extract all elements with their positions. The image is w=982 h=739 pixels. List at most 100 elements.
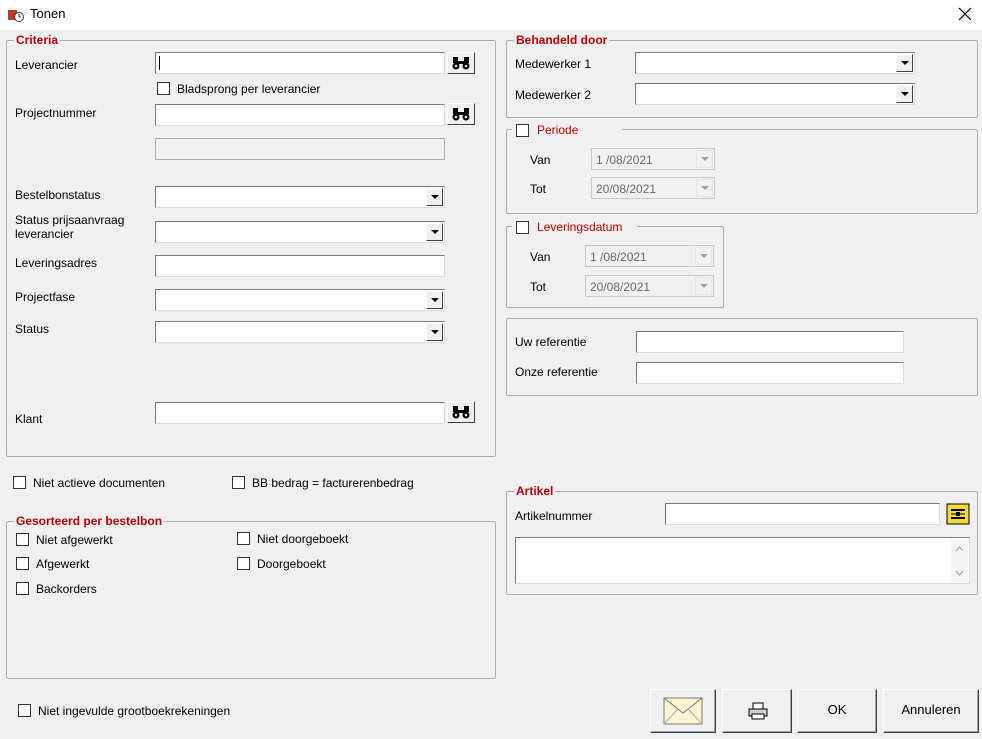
binoculars-icon bbox=[452, 406, 470, 419]
niet-ingevulde-grootboekrekeningen-label: Niet ingevulde grootboekrekeningen bbox=[38, 704, 231, 718]
leveringsdatum-tot-value: 20/08/2021 bbox=[590, 280, 651, 294]
leveringsdatum-van-date[interactable]: 1 /08/2021 bbox=[585, 245, 714, 267]
leveringsdatum-tot-label: Tot bbox=[530, 280, 547, 294]
window-title: Tonen bbox=[30, 6, 66, 21]
doorgeboekt-checkbox[interactable] bbox=[237, 557, 250, 570]
backorders-checkbox[interactable] bbox=[16, 582, 29, 595]
criteria-legend: Criteria bbox=[14, 33, 61, 47]
artikel-legend: Artikel bbox=[514, 484, 556, 498]
bladsprong-checkbox[interactable] bbox=[157, 82, 170, 95]
artikel-list-button[interactable] bbox=[946, 503, 970, 525]
gesorteerd-legend: Gesorteerd per bestelbon bbox=[14, 514, 165, 528]
chevron-down-icon[interactable] bbox=[695, 247, 712, 265]
chevron-down-icon[interactable] bbox=[896, 54, 913, 72]
status-label: Status bbox=[15, 322, 50, 336]
status-prijsaanvraag-label: Status prijsaanvraag leverancier bbox=[15, 213, 124, 241]
email-button[interactable] bbox=[650, 689, 716, 733]
leveringsadres-label: Leveringsadres bbox=[15, 256, 98, 270]
periode-tot-label: Tot bbox=[530, 182, 547, 196]
projectfase-label: Projectfase bbox=[15, 290, 76, 304]
leverancier-input[interactable] bbox=[155, 52, 445, 74]
artikel-description-memo[interactable] bbox=[515, 537, 970, 584]
memo-scrollbar[interactable] bbox=[951, 539, 968, 582]
artikelnummer-label: Artikelnummer bbox=[515, 509, 593, 523]
app-icon bbox=[8, 8, 24, 22]
scroll-arrows-icon bbox=[955, 546, 964, 576]
leveringsadres-input[interactable] bbox=[155, 255, 445, 277]
leveringsdatum-van-label: Van bbox=[530, 250, 551, 264]
close-icon bbox=[958, 7, 972, 21]
envelope-icon bbox=[663, 697, 703, 725]
ok-button[interactable]: OK bbox=[797, 689, 877, 733]
artikelnummer-input[interactable] bbox=[665, 503, 940, 525]
niet-actieve-documenten-checkbox[interactable] bbox=[13, 476, 26, 489]
klant-input[interactable] bbox=[155, 402, 445, 424]
chevron-down-icon[interactable] bbox=[426, 223, 443, 241]
status-prijsaanvraag-select[interactable] bbox=[155, 221, 445, 243]
klant-label: Klant bbox=[15, 412, 43, 426]
periode-legend: Periode bbox=[535, 123, 581, 137]
periode-van-label: Van bbox=[530, 153, 551, 167]
niet-afgewerkt-checkbox[interactable] bbox=[16, 533, 29, 546]
status-prijsaanvraag-label-line2: leverancier bbox=[15, 227, 74, 241]
printer-icon bbox=[748, 702, 768, 720]
title-bar bbox=[0, 0, 982, 30]
periode-checkbox[interactable] bbox=[516, 124, 529, 137]
klant-search-button[interactable] bbox=[447, 401, 475, 423]
niet-doorgeboekt-checkbox[interactable] bbox=[237, 532, 250, 545]
chevron-down-icon[interactable] bbox=[426, 188, 443, 206]
leveringsdatum-tot-date[interactable]: 20/08/2021 bbox=[585, 275, 714, 297]
projectnummer-search-button[interactable] bbox=[447, 103, 475, 125]
print-button[interactable] bbox=[722, 689, 792, 733]
leveringsdatum-legend: Leveringsdatum bbox=[535, 220, 625, 234]
afgewerkt-checkbox[interactable] bbox=[16, 557, 29, 570]
bb-bedrag-label: BB bedrag = facturerenbedrag bbox=[252, 476, 414, 490]
onze-referentie-label: Onze referentie bbox=[515, 365, 598, 379]
criteria-group bbox=[6, 40, 496, 457]
periode-tot-value: 20/08/2021 bbox=[596, 182, 657, 196]
bestelbonstatus-label: Bestelbonstatus bbox=[15, 188, 101, 202]
chevron-down-icon[interactable] bbox=[696, 179, 713, 197]
backorders-label: Backorders bbox=[36, 582, 97, 596]
medewerker1-select[interactable] bbox=[635, 52, 915, 74]
chevron-down-icon[interactable] bbox=[695, 277, 712, 295]
bladsprong-label: Bladsprong per leverancier bbox=[177, 82, 321, 96]
referentie-group bbox=[506, 318, 978, 396]
uw-referentie-label: Uw referentie bbox=[515, 335, 587, 349]
niet-afgewerkt-label: Niet afgewerkt bbox=[36, 533, 113, 547]
annuleren-button[interactable]: Annuleren bbox=[883, 689, 979, 733]
niet-doorgeboekt-label: Niet doorgeboekt bbox=[257, 532, 349, 546]
niet-ingevulde-grootboekrekeningen-checkbox[interactable] bbox=[18, 704, 31, 717]
medewerker2-select[interactable] bbox=[635, 83, 915, 105]
onze-referentie-input[interactable] bbox=[636, 362, 904, 384]
uw-referentie-input[interactable] bbox=[636, 331, 904, 353]
leverancier-search-button[interactable] bbox=[447, 52, 475, 74]
projectnummer-description-field bbox=[155, 138, 445, 160]
chevron-down-icon[interactable] bbox=[426, 323, 443, 341]
niet-actieve-documenten-label: Niet actieve documenten bbox=[33, 476, 166, 490]
chevron-down-icon[interactable] bbox=[696, 150, 713, 168]
leveringsdatum-van-value: 1 /08/2021 bbox=[590, 250, 647, 264]
close-button[interactable] bbox=[955, 4, 975, 24]
status-prijsaanvraag-label-line1: Status prijsaanvraag bbox=[15, 213, 125, 227]
periode-tot-date[interactable]: 20/08/2021 bbox=[591, 177, 715, 199]
bestelbonstatus-select[interactable] bbox=[155, 186, 445, 208]
periode-van-date[interactable]: 1 /08/2021 bbox=[591, 148, 715, 170]
doorgeboekt-label: Doorgeboekt bbox=[257, 557, 326, 571]
leveringsdatum-checkbox[interactable] bbox=[516, 221, 529, 234]
binoculars-icon bbox=[452, 108, 470, 121]
chevron-down-icon[interactable] bbox=[896, 85, 913, 103]
leverancier-label: Leverancier bbox=[15, 58, 78, 72]
list-icon bbox=[946, 503, 970, 525]
medewerker1-label: Medewerker 1 bbox=[515, 57, 592, 71]
projectnummer-input[interactable] bbox=[155, 104, 445, 126]
bb-bedrag-checkbox[interactable] bbox=[232, 476, 245, 489]
projectfase-select[interactable] bbox=[155, 289, 445, 311]
chevron-down-icon[interactable] bbox=[426, 291, 443, 309]
periode-group bbox=[506, 129, 978, 214]
binoculars-icon bbox=[452, 57, 470, 70]
status-select[interactable] bbox=[155, 321, 445, 343]
text-caret bbox=[159, 56, 160, 70]
periode-van-value: 1 /08/2021 bbox=[596, 153, 653, 167]
afgewerkt-label: Afgewerkt bbox=[36, 557, 90, 571]
